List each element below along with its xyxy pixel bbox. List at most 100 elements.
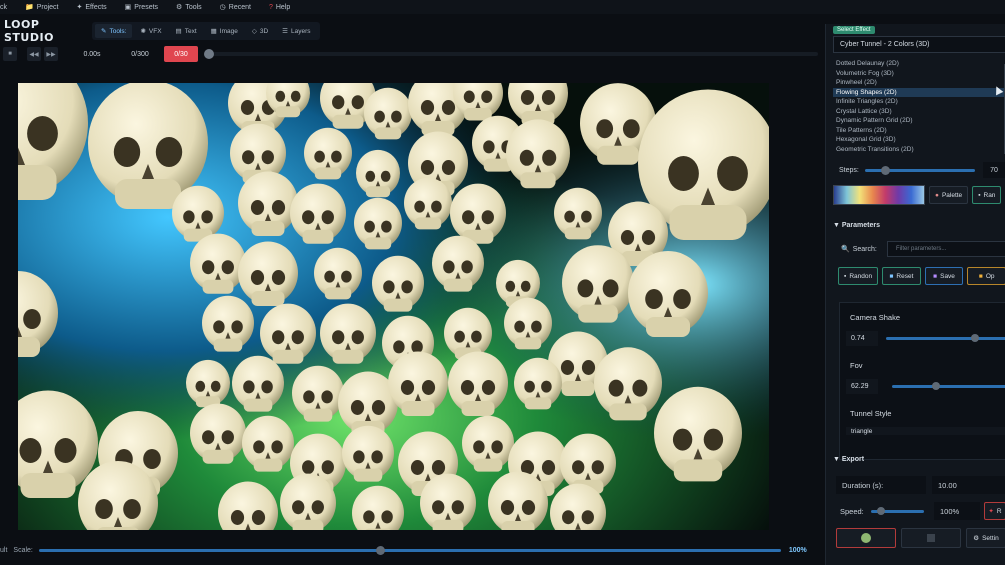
randomize-button[interactable]: ▪ Randon — [838, 267, 879, 285]
record-button[interactable] — [836, 528, 896, 548]
parameter-search: 🔍 Search: Filter parameters... — [835, 240, 1005, 258]
param-fov-handle[interactable] — [932, 382, 940, 390]
speed-row: Speed: 100% ✦ R — [836, 502, 1005, 520]
reset-button[interactable]: ■ Reset — [882, 267, 921, 285]
tab-3d[interactable]: ◇ 3D — [246, 24, 274, 38]
tab-label: Text — [184, 27, 197, 35]
effect-list-item[interactable]: Infinite Triangles (2D) — [833, 97, 1005, 107]
preview-render — [18, 83, 769, 530]
wand-icon: ✎ — [101, 28, 107, 35]
duration-row: Duration (s): 10.00 — [836, 476, 1005, 494]
scrubber-handle[interactable] — [204, 49, 214, 59]
param-camera-shake-handle[interactable] — [971, 334, 979, 342]
scale-slider[interactable] — [38, 545, 781, 555]
prev-icon: ◀◀ — [29, 51, 39, 58]
randomize-label: Randon — [849, 272, 873, 280]
preset-icon: ▣ — [124, 4, 132, 11]
stop-export-button[interactable] — [901, 528, 961, 548]
select-effect-badge: Select Effect — [833, 26, 875, 34]
next-frame-button[interactable]: ▶▶ — [44, 47, 58, 61]
steps-slider-handle[interactable] — [881, 165, 890, 175]
param-fov-slider[interactable] — [892, 385, 1005, 388]
parameters-header[interactable]: ▼ Parameters — [833, 222, 880, 229]
menu-item-tools[interactable]: ⚙ Tools — [176, 3, 202, 12]
transport-bar: ■ ◀◀ ▶▶ 0.00s 0/300 0/30 — [0, 44, 820, 64]
scale-slider-handle[interactable] — [376, 545, 386, 555]
parameters-title: Parameters — [841, 222, 881, 229]
export-header[interactable]: ▼ Export — [833, 456, 864, 463]
folder-icon: 📁 — [25, 4, 34, 11]
wrench-icon: ⚙ — [176, 4, 183, 11]
effect-list-item[interactable]: Crystal Lattice (3D) — [833, 107, 1005, 117]
menu-label: ck — [0, 3, 7, 11]
tab-label: VFX — [148, 27, 162, 35]
speed-slider[interactable] — [871, 506, 924, 515]
effect-list-item[interactable]: Tile Patterns (2D) — [833, 126, 1005, 136]
prev-frame-button[interactable]: ◀◀ — [27, 47, 41, 61]
app-title: LOOP STUDIO — [4, 18, 54, 44]
open-button[interactable]: ■ Op — [967, 267, 1005, 285]
random-palette-button[interactable]: ▪ Ran — [972, 186, 1002, 204]
palette-gradient[interactable] — [833, 185, 925, 205]
frame-counter[interactable]: 0/30 — [164, 46, 198, 62]
speed-value[interactable]: 100% — [934, 502, 980, 520]
menu-item-help[interactable]: ? Help — [269, 4, 290, 11]
effect-list[interactable]: Dotted Delaunay (2D) Volumetric Fog (3D) P… — [833, 59, 1005, 154]
steps-slider[interactable] — [865, 165, 975, 175]
effect-list-item[interactable]: Geometric Transitions (2D) — [833, 145, 1005, 155]
menu-item-recent[interactable]: ◷ Recent — [219, 3, 251, 12]
param-fov-value[interactable]: 62.29 — [846, 379, 878, 394]
palette-button[interactable]: ● Palette — [929, 186, 969, 204]
menu-label: Presets — [134, 3, 159, 11]
settings-button[interactable]: ⚙ Settin — [966, 528, 1005, 548]
duration-input[interactable]: 10.00 — [932, 476, 1005, 494]
tab-label: Tools: — [109, 27, 127, 35]
search-label: Search: — [852, 245, 877, 253]
render-button[interactable]: ✦ R — [984, 502, 1005, 520]
dice-icon: ▪ — [844, 272, 847, 280]
effect-list-item[interactable]: Pinwheel (2D) — [833, 78, 1005, 88]
folder-icon: ■ — [978, 272, 983, 280]
speed-label: Speed: — [840, 506, 864, 516]
skull-decoration — [420, 473, 476, 530]
reset-icon: ■ — [889, 272, 894, 280]
tab-tools[interactable]: ✎ Tools: — [95, 24, 133, 38]
param-tunnel-style-value[interactable]: triangle — [846, 427, 1005, 435]
param-camera-shake-slider[interactable] — [886, 337, 1005, 340]
tab-layers[interactable]: ☰ Layers — [276, 24, 316, 38]
scale-prefix: ult — [0, 546, 8, 554]
stop-icon — [927, 534, 935, 542]
time-display: 0.00s — [83, 50, 101, 58]
clock-icon: ◷ — [219, 4, 226, 11]
help-icon: ? — [268, 3, 273, 11]
effect-list-item[interactable]: Hexagonal Grid (3D) — [833, 135, 1005, 145]
menu-item-project[interactable]: 📁 Project — [25, 3, 59, 12]
palette-row: ● Palette ▪ Ran — [833, 184, 1005, 206]
export-actions: ⚙ Settin — [836, 528, 1005, 548]
effect-list-item[interactable]: Volumetric Fog (3D) — [833, 69, 1005, 79]
next-icon: ▶▶ — [46, 51, 56, 58]
preview-canvas[interactable] — [18, 83, 769, 530]
save-button[interactable]: ■ Save — [924, 267, 964, 285]
steps-value[interactable]: 70 — [983, 162, 1005, 178]
effect-list-item[interactable]: Dynamic Pattern Grid (2D) — [833, 116, 1005, 126]
timeline-scrubber[interactable] — [204, 49, 818, 59]
tab-text[interactable]: ▤ Text — [170, 24, 203, 38]
menu-item-effects[interactable]: ✦ Effects — [77, 3, 107, 12]
app-window: ck 📁 Project ✦ Effects ▣ Presets ⚙ Tools ◷ Re… — [0, 0, 1005, 565]
tab-vfx[interactable]: ✺ VFX — [134, 24, 167, 38]
speed-slider-handle[interactable] — [877, 506, 886, 515]
tab-image[interactable]: ▦ Image — [205, 24, 244, 38]
menu-item-back[interactable]: ck — [0, 4, 7, 11]
effect-list-item[interactable]: Flowing Shapes (2D) — [833, 87, 1005, 97]
effect-dropdown[interactable]: Cyber Tunnel - 2 Colors (3D) — [833, 36, 1005, 53]
stop-button[interactable]: ■ — [3, 47, 17, 61]
menu-item-presets[interactable]: ▣ Presets — [124, 3, 159, 12]
parameter-search-input[interactable]: Filter parameters... — [887, 241, 1005, 257]
effect-list-item[interactable]: Dotted Delaunay (2D) — [833, 59, 1005, 69]
param-tunnel-style-label: Tunnel Style — [850, 409, 892, 418]
param-camera-shake-value[interactable]: 0.74 — [846, 331, 878, 346]
random-palette-label: Ran — [983, 191, 996, 199]
menu-label: Tools — [185, 3, 202, 11]
tool-tabs: ✎ Tools: ✺ VFX ▤ Text ▦ Image ◇ 3D ☰ Layers — [92, 22, 320, 40]
